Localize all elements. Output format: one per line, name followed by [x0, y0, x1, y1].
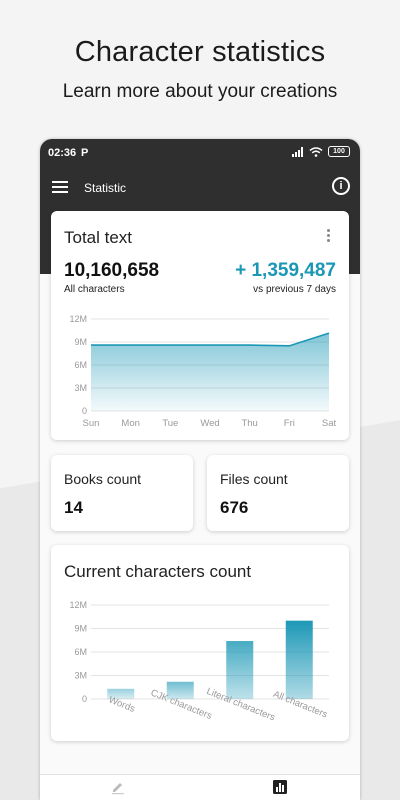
- x-tick-label: Sun: [83, 418, 100, 429]
- weekly-delta-value: + 1,359,487: [235, 260, 336, 281]
- total-text-title: Total text: [64, 228, 133, 247]
- status-time: 02:36: [48, 147, 77, 159]
- x-tick-label: Wed: [200, 418, 219, 429]
- notification-icon: P: [81, 147, 89, 159]
- y-tick-label: 0: [82, 406, 87, 416]
- bar: [226, 641, 254, 699]
- characters-bar-chart: 03M6M9M12MWords CJK charactersLiteral cha…: [69, 600, 329, 724]
- weekly-area-chart: 0 3M 6M 9M 12M Sun Mon Tue Wed Thu Fri Sat: [69, 314, 337, 429]
- x-tick-label: Fri: [284, 418, 295, 429]
- total-characters-value: 10,160,658: [64, 260, 160, 281]
- books-count-value: 14: [64, 498, 83, 517]
- edit-icon[interactable]: [110, 779, 126, 795]
- wifi-icon: [309, 146, 323, 157]
- phone-screen: 02:36 P 100 Statistic i Total text 10,16…: [40, 139, 360, 800]
- files-count-value: 676: [220, 498, 249, 517]
- y-tick-label: 3M: [74, 671, 87, 681]
- promo-subtitle: Learn more about your creations: [62, 81, 338, 102]
- books-count-card: Books count 14: [51, 455, 193, 531]
- total-text-card: Total text 10,160,658 All characters + 1…: [51, 211, 349, 440]
- x-tick-label: Mon: [121, 418, 139, 429]
- bottom-navigation: [40, 774, 360, 800]
- weekly-delta-caption: vs previous 7 days: [253, 284, 336, 295]
- y-tick-label: 12M: [69, 314, 87, 324]
- menu-icon[interactable]: [52, 181, 68, 193]
- y-tick-label: 9M: [74, 624, 87, 634]
- y-tick-label: 0: [82, 694, 87, 704]
- series-line: [91, 332, 330, 347]
- y-tick-label: 3M: [74, 383, 87, 393]
- signal-icon: [292, 146, 303, 157]
- books-count-title: Books count: [64, 471, 142, 487]
- app-title: Statistic: [84, 181, 127, 195]
- x-tick-label: Sat: [322, 418, 337, 429]
- y-tick-label: 12M: [69, 600, 87, 610]
- y-tick-label: 6M: [74, 647, 87, 657]
- kebab-icon[interactable]: [325, 229, 331, 245]
- x-tick-label: Thu: [241, 418, 257, 429]
- promo-title: Character statistics: [74, 36, 326, 68]
- battery-icon: 100: [328, 146, 350, 157]
- current-characters-card: Current characters count 0 3M 6M 9M 12M Words…: [51, 545, 349, 741]
- status-bar: 02:36 P 100: [40, 139, 360, 167]
- info-icon[interactable]: i: [332, 177, 350, 195]
- files-count-card: Files count 676: [207, 455, 349, 531]
- x-tick-label: Tue: [162, 418, 178, 429]
- y-tick-label: 9M: [74, 337, 87, 347]
- bar: [285, 620, 313, 699]
- app-bar: Statistic i: [40, 175, 360, 201]
- total-characters-caption: All characters: [64, 284, 125, 295]
- files-count-title: Files count: [220, 471, 288, 487]
- bar-chart-icon[interactable]: [272, 779, 288, 795]
- y-tick-label: 6M: [74, 360, 87, 370]
- current-characters-title: Current characters count: [64, 562, 252, 581]
- status-indicators: 100: [292, 146, 350, 157]
